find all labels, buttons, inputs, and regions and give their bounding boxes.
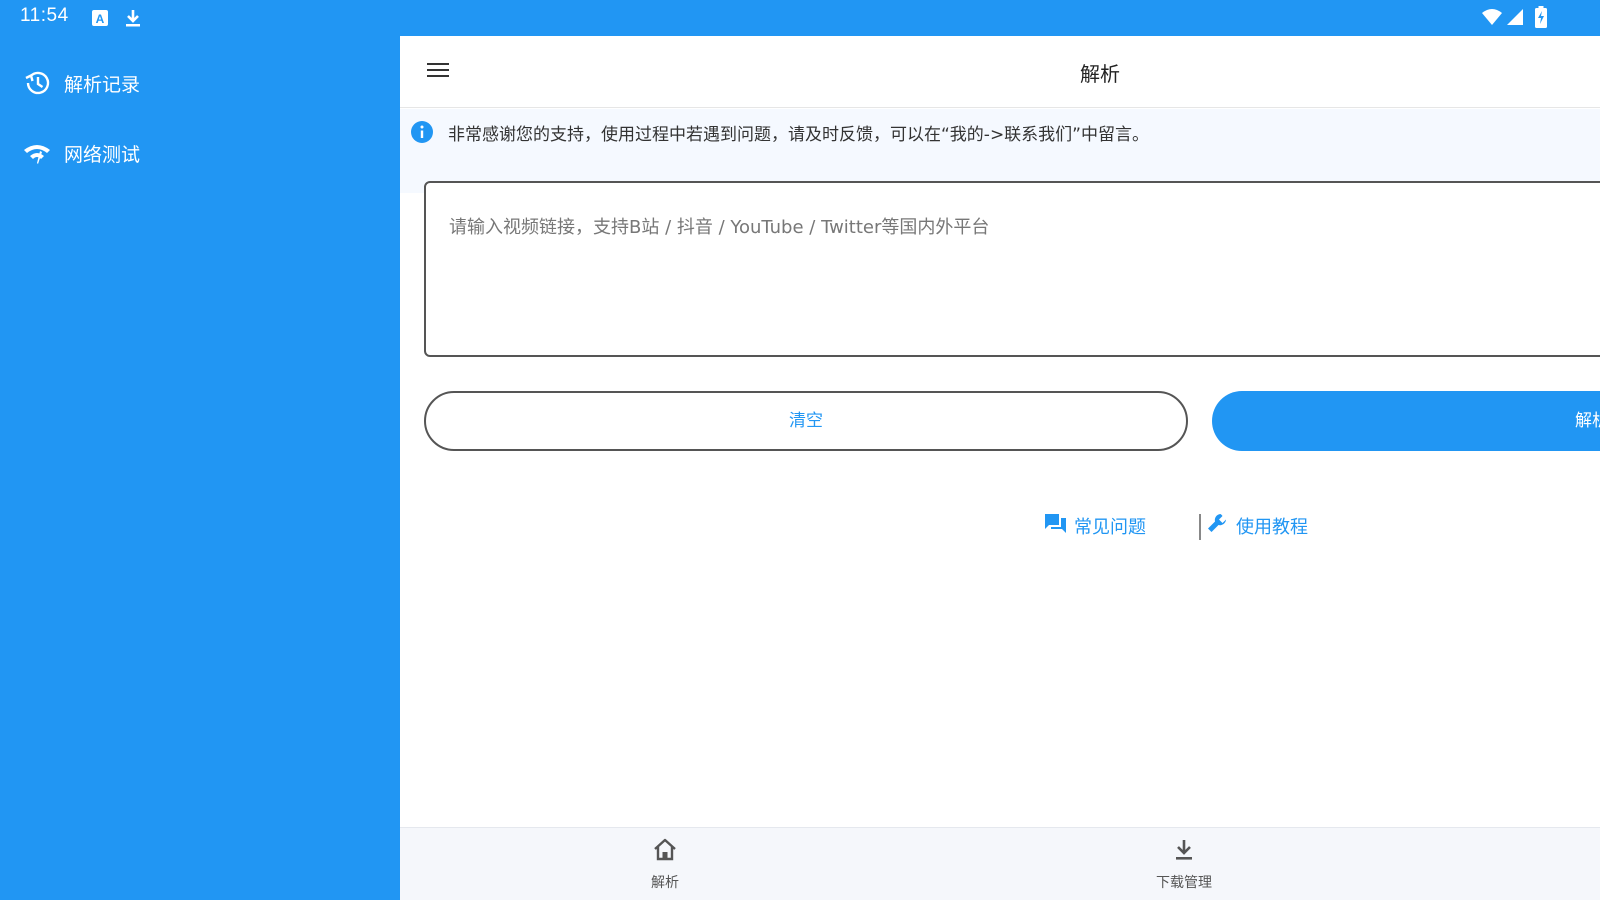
svg-text:A: A <box>96 12 105 26</box>
signal-icon <box>1506 8 1524 30</box>
chat-icon <box>1044 513 1074 540</box>
parse-button-label: 解析 <box>1575 411 1600 431</box>
wifi-icon <box>1481 8 1503 30</box>
status-time: 11:54 <box>20 5 69 26</box>
nav-item-label: 解析 <box>651 875 679 891</box>
history-icon <box>23 69 51 97</box>
nav-item-downloads[interactable]: 下载管理 <box>1114 828 1254 900</box>
url-input-placeholder: 请输入视频链接，支持B站 / 抖音 / YouTube / Twitter等国内… <box>449 217 990 238</box>
download-icon <box>1176 840 1192 860</box>
network-test-icon <box>23 139 51 167</box>
clear-button[interactable]: 清空 <box>424 391 1188 451</box>
faq-link-label: 常见问题 <box>1074 517 1146 538</box>
bottom-navigation: 解析 下载管理 <box>400 827 1600 900</box>
help-links: 常见问题 使用教程 <box>400 506 1600 546</box>
main-content: 解析 非常感谢您的支持，使用过程中若遇到问题，请及时反馈，可以在“我的->联系我… <box>400 36 1600 900</box>
info-icon <box>411 121 433 143</box>
hamburger-menu-icon[interactable] <box>426 60 454 84</box>
faq-link[interactable]: 常见问题 <box>1044 506 1146 546</box>
parse-button[interactable]: 解析 <box>1212 391 1600 451</box>
drawer-item-label: 网络测试 <box>64 144 141 166</box>
link-divider <box>1199 514 1201 540</box>
navigation-drawer: 解析记录 网络测试 <box>0 36 400 900</box>
url-input[interactable]: 请输入视频链接，支持B站 / 抖音 / YouTube / Twitter等国内… <box>424 181 1600 357</box>
battery-charging-icon <box>1535 6 1547 32</box>
drawer-item-history[interactable]: 解析记录 <box>0 54 400 112</box>
tutorial-link-label: 使用教程 <box>1236 517 1308 538</box>
drawer-item-network-test[interactable]: 网络测试 <box>0 124 400 182</box>
app-bar: 解析 <box>400 36 1600 108</box>
home-icon <box>654 838 676 861</box>
nav-item-parse[interactable]: 解析 <box>595 828 735 900</box>
wrench-icon <box>1206 512 1236 541</box>
page-title: 解析 <box>1080 62 1120 86</box>
tutorial-link[interactable]: 使用教程 <box>1206 506 1308 546</box>
nav-item-label: 下载管理 <box>1156 875 1212 891</box>
download-icon <box>124 8 142 32</box>
status-bar: 11:54 A <box>0 0 1600 36</box>
notice-text: 非常感谢您的支持，使用过程中若遇到问题，请及时反馈，可以在“我的->联系我们”中… <box>448 125 1149 145</box>
drawer-item-label: 解析记录 <box>64 74 141 96</box>
keyboard-a-icon: A <box>91 9 109 31</box>
